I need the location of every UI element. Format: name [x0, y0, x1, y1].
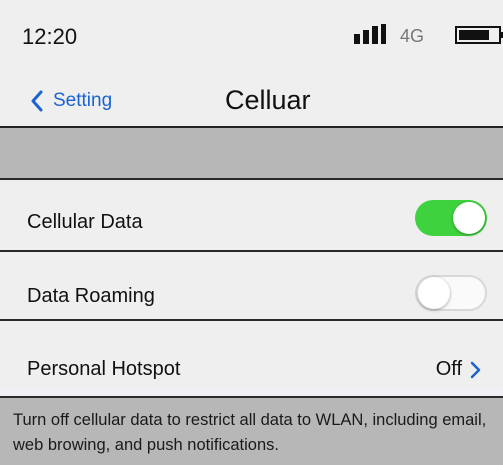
chevron-right-icon	[470, 361, 481, 378]
network-type-label: 4G	[400, 26, 425, 46]
personal-hotspot-row[interactable]: Personal Hotspot Off	[0, 319, 503, 388]
back-button-label: Setting	[53, 90, 113, 111]
cellular-data-toggle[interactable]	[415, 200, 487, 236]
battery-icon	[455, 26, 503, 44]
data-roaming-toggle[interactable]	[415, 275, 487, 311]
personal-hotspot-label: Personal Hotspot	[27, 358, 181, 380]
status-bar: 12:20 4G	[0, 0, 503, 70]
personal-hotspot-status: Off	[435, 358, 462, 380]
settings-list: Cellular Data Data Roaming Personal Hots…	[0, 178, 503, 388]
navigation-bar: Setting Celluar	[0, 70, 503, 128]
back-button[interactable]: Setting	[30, 88, 112, 114]
toggle-knob	[418, 277, 450, 309]
cellular-data-row: Cellular Data	[0, 178, 503, 250]
section-header-band	[0, 128, 503, 178]
data-roaming-row: Data Roaming	[0, 250, 503, 319]
page-title: Celluar	[225, 85, 311, 115]
data-roaming-label: Data Roaming	[27, 285, 155, 307]
chevron-left-icon	[31, 90, 43, 112]
personal-hotspot-value[interactable]: Off	[436, 358, 481, 381]
signal-bars-icon	[354, 24, 386, 44]
cellular-data-footnote: Turn off cellular data to restrict all d…	[0, 396, 503, 465]
toggle-knob	[453, 202, 485, 234]
status-time: 12:20	[22, 24, 78, 49]
cellular-settings-screen: 12:20 4G Setting Celluar Cellular Data D…	[0, 0, 503, 465]
cellular-data-label: Cellular Data	[27, 211, 143, 233]
